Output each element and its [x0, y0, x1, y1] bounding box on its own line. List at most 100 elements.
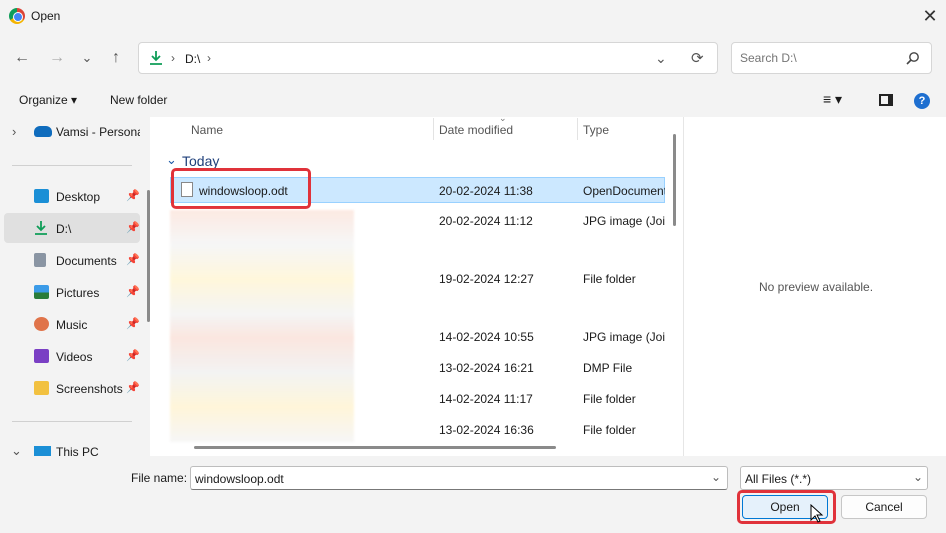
table-row[interactable]: 14-02-2024 10:55 JPG image (Join [170, 324, 665, 350]
cancel-button[interactable]: Cancel [841, 495, 927, 519]
music-icon [34, 317, 49, 331]
filename-label: File name: [131, 471, 188, 485]
table-row[interactable]: 19-02-2024 12:27 File folder [170, 266, 665, 292]
chrome-icon [9, 8, 25, 24]
sidebar-item-label: D:\ [56, 222, 72, 236]
pin-icon: 📌 [126, 286, 140, 298]
up-arrow-icon[interactable]: ↑ [103, 45, 129, 71]
search-input[interactable] [740, 51, 900, 65]
sidebar-item-this-pc[interactable]: This PC [56, 445, 99, 456]
file-type: JPG image (Join [583, 214, 665, 228]
preview-pane-icon[interactable] [879, 94, 893, 106]
pin-icon: 📌 [126, 190, 140, 202]
sidebar-item-onedrive[interactable]: Vamsi - Persona [56, 125, 140, 139]
organize-button[interactable]: Organize ▾ [19, 93, 77, 107]
window-title: Open [31, 9, 61, 23]
help-icon[interactable]: ? [914, 93, 930, 109]
file-type: DMP File [583, 361, 633, 375]
sidebar-scrollbar[interactable] [147, 190, 150, 322]
search-icon[interactable] [906, 51, 920, 65]
refresh-icon[interactable]: ⟳ [691, 49, 704, 67]
file-list-vertical-scrollbar[interactable] [673, 134, 676, 226]
recent-locations-chevron-icon[interactable]: ⌄ [74, 45, 100, 71]
file-date: 13-02-2024 16:36 [439, 423, 534, 437]
column-header-name[interactable]: Name [191, 123, 223, 137]
sidebar-item-label: Screenshots [56, 382, 123, 396]
download-icon [34, 220, 48, 239]
breadcrumb-path[interactable]: D:\ [185, 52, 200, 66]
pin-icon: 📌 [126, 222, 140, 234]
file-type: File folder [583, 423, 636, 437]
expand-chevron-icon[interactable]: › [12, 124, 16, 139]
column-header-date[interactable]: Date modified [439, 123, 513, 137]
file-type-select[interactable]: All Files (*.*) ⌄ [740, 466, 928, 490]
new-folder-button[interactable]: New folder [110, 93, 167, 107]
pin-icon: 📌 [126, 254, 140, 266]
file-type: JPG image (Join [583, 330, 665, 344]
sidebar-item-documents[interactable]: Documents 📌 [4, 245, 140, 275]
address-dropdown-icon[interactable]: ⌄ [655, 50, 667, 67]
preview-message: No preview available. [759, 280, 874, 294]
pictures-icon [34, 285, 49, 299]
sidebar-divider [12, 165, 132, 166]
sidebar-item-label: Videos [56, 350, 93, 364]
filename-input[interactable]: windowsloop.odt ⌄ [190, 466, 728, 490]
pin-icon: 📌 [126, 382, 140, 394]
sidebar-item-videos[interactable]: Videos 📌 [4, 341, 140, 371]
table-row[interactable]: 13-02-2024 16:36 File folder [170, 417, 665, 439]
desktop-icon [34, 189, 49, 203]
sidebar-item-label: Documents [56, 254, 117, 268]
pin-icon: 📌 [126, 318, 140, 330]
table-row[interactable]: 14-02-2024 11:17 File folder [170, 386, 665, 412]
folder-icon [34, 381, 49, 395]
file-date: 20-02-2024 11:12 [439, 214, 533, 228]
file-date: 14-02-2024 11:17 [439, 392, 533, 406]
sidebar-divider [12, 421, 132, 422]
address-bar[interactable]: › D:\ › ⌄ ⟳ [138, 42, 718, 74]
search-box[interactable] [731, 42, 932, 74]
group-header-today[interactable]: Today [182, 153, 219, 169]
pin-icon: 📌 [126, 350, 140, 362]
mouse-cursor-icon [810, 503, 824, 527]
this-pc-icon [34, 446, 51, 456]
forward-arrow-icon[interactable]: → [44, 45, 70, 71]
filename-value[interactable]: windowsloop.odt [195, 472, 284, 486]
breadcrumb-chevron-icon[interactable]: › [207, 51, 211, 65]
chevron-down-icon[interactable]: ⌄ [913, 470, 923, 484]
file-date: 20-02-2024 11:38 [439, 184, 533, 198]
table-row[interactable]: 20-02-2024 11:12 JPG image (Join [170, 208, 665, 234]
table-row[interactable]: 13-02-2024 16:21 DMP File [170, 355, 665, 381]
group-chevron-icon[interactable]: ⌄ [166, 152, 177, 168]
sidebar-item-d-drive[interactable]: D:\ 📌 [4, 213, 140, 243]
sidebar-item-screenshots[interactable]: Screenshots 📌 [4, 373, 140, 403]
back-arrow-icon[interactable]: ← [9, 45, 35, 71]
sidebar-item-label: Pictures [56, 286, 100, 300]
file-date: 14-02-2024 10:55 [439, 330, 534, 344]
column-separator[interactable] [433, 118, 434, 140]
column-separator[interactable] [577, 118, 578, 140]
file-type: File folder [583, 392, 636, 406]
view-options-icon[interactable]: ≡ ▾ [823, 91, 842, 108]
file-type: File folder [583, 272, 636, 286]
download-icon [149, 50, 163, 66]
sidebar-item-label: Music [56, 318, 88, 332]
close-icon[interactable]: ✕ [916, 5, 944, 27]
breadcrumb-chevron-icon[interactable]: › [171, 51, 175, 65]
file-date: 19-02-2024 12:27 [439, 272, 534, 286]
sidebar-item-pictures[interactable]: Pictures 📌 [4, 277, 140, 307]
chevron-down-icon[interactable]: ⌄ [711, 470, 721, 484]
sidebar-item-label: Desktop [56, 190, 101, 204]
documents-icon [34, 253, 46, 267]
file-list-horizontal-scrollbar[interactable] [194, 446, 556, 449]
file-type-value: All Files (*.*) [745, 472, 812, 486]
sort-chevron-icon: ⌄ [499, 113, 507, 123]
file-type: OpenDocument [583, 184, 665, 198]
onedrive-icon [34, 126, 52, 137]
column-header-type[interactable]: Type [583, 123, 609, 137]
sidebar-item-desktop[interactable]: Desktop 📌 [4, 181, 140, 211]
file-date: 13-02-2024 16:21 [439, 361, 534, 375]
videos-icon [34, 349, 49, 363]
title-bar [0, 0, 946, 32]
highlight-box [171, 168, 311, 209]
sidebar-item-music[interactable]: Music 📌 [4, 309, 140, 339]
